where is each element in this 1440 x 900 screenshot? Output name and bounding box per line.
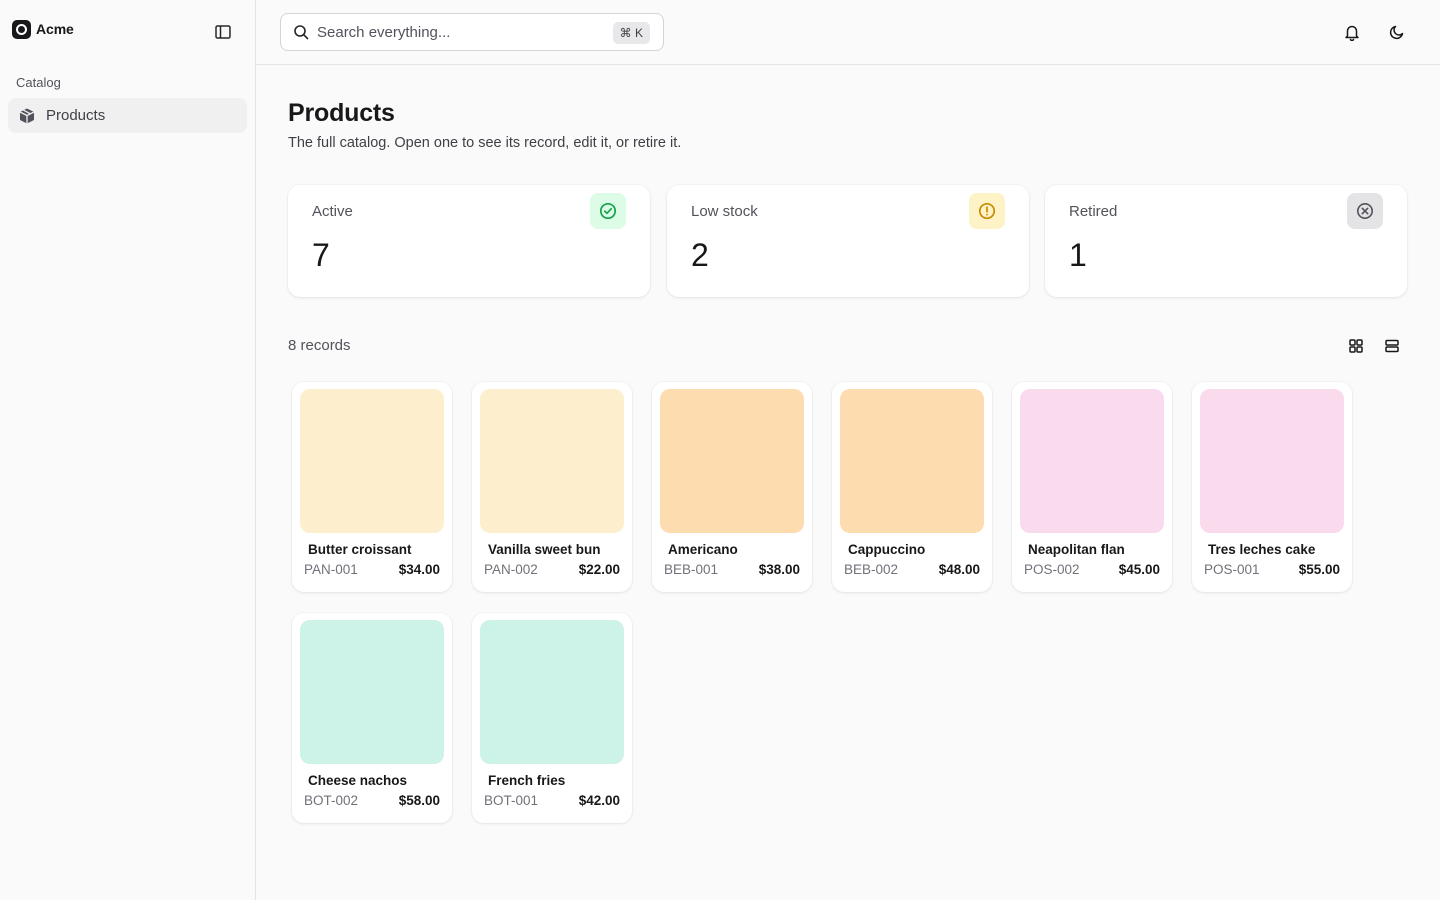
page-subtitle: The full catalog. Open one to see its re…	[288, 135, 682, 151]
list-view-button[interactable]	[1381, 335, 1403, 357]
stat-card-retired: Retired 1	[1045, 185, 1407, 297]
product-price: $45.00	[1118, 562, 1160, 577]
product-price: $58.00	[398, 793, 440, 808]
stat-label: Active	[312, 203, 353, 220]
product-name: Cheese nachos	[308, 773, 408, 788]
product-card[interactable]: Vanilla sweet bun PAN-002 $22.00	[472, 382, 632, 592]
moon-icon	[1389, 25, 1404, 40]
product-sku: PAN-002	[484, 562, 538, 577]
product-sku: BEB-002	[844, 562, 899, 577]
search-icon	[294, 25, 309, 40]
search-shortcut-badge: ⌘ K	[612, 22, 650, 44]
product-name: Neapolitan flan	[1028, 542, 1125, 557]
product-card[interactable]: Cheese nachos BOT-002 $58.00	[292, 613, 452, 823]
product-image	[1020, 389, 1164, 533]
theme-toggle-button[interactable]	[1386, 21, 1408, 43]
brand[interactable]: Acme	[12, 19, 74, 39]
brand-name: Acme	[36, 21, 74, 37]
product-sku: BOT-002	[304, 793, 359, 808]
notifications-button[interactable]	[1341, 21, 1363, 43]
stat-value: 1	[1069, 237, 1087, 273]
product-name: Vanilla sweet bun	[488, 542, 601, 557]
product-name: Tres leches cake	[1208, 542, 1316, 557]
page-title: Products	[288, 99, 395, 127]
sidebar-toggle-button[interactable]	[212, 21, 234, 43]
x-circle-icon	[1347, 193, 1383, 229]
product-card[interactable]: Tres leches cake POS-001 $55.00	[1192, 382, 1352, 592]
sidebar-item-products[interactable]: Products	[8, 98, 247, 133]
records-count: 8 records	[288, 337, 351, 354]
product-image	[840, 389, 984, 533]
check-circle-icon	[590, 193, 626, 229]
top-bar: ⌘ K	[256, 0, 1440, 65]
sidebar-panel-icon	[215, 25, 231, 39]
product-price: $22.00	[578, 562, 620, 577]
product-sku: PAN-001	[304, 562, 358, 577]
grid-view-icon	[1349, 339, 1363, 353]
stat-card-low-stock: Low stock 2	[667, 185, 1029, 297]
product-name: Butter croissant	[308, 542, 412, 557]
product-price: $48.00	[938, 562, 980, 577]
search-box[interactable]: ⌘ K	[280, 13, 664, 51]
package-icon	[19, 108, 35, 123]
product-name: Cappuccino	[848, 542, 926, 557]
sidebar-item-label: Products	[46, 107, 106, 124]
alert-circle-icon	[969, 193, 1005, 229]
search-input[interactable]	[317, 23, 597, 41]
stat-label: Retired	[1069, 203, 1118, 220]
product-price: $38.00	[758, 562, 800, 577]
product-image	[480, 389, 624, 533]
product-card[interactable]: Butter croissant PAN-001 $34.00	[292, 382, 452, 592]
bell-icon	[1345, 25, 1359, 41]
product-image	[480, 620, 624, 764]
stat-label: Low stock	[691, 203, 758, 220]
list-view-icon	[1385, 339, 1399, 353]
sidebar: Acme Catalog Products	[0, 0, 256, 900]
stat-value: 7	[312, 237, 330, 273]
product-image	[300, 389, 444, 533]
product-sku: POS-002	[1024, 562, 1080, 577]
brand-logo-icon	[12, 19, 31, 39]
product-price: $55.00	[1298, 562, 1340, 577]
product-card[interactable]: Cappuccino BEB-002 $48.00	[832, 382, 992, 592]
product-image	[660, 389, 804, 533]
product-name: French fries	[488, 773, 566, 788]
stat-card-active: Active 7	[288, 185, 650, 297]
product-image	[1200, 389, 1344, 533]
product-image	[300, 620, 444, 764]
product-name: Americano	[668, 542, 738, 557]
product-sku: BOT-001	[484, 793, 539, 808]
product-price: $34.00	[398, 562, 440, 577]
product-card[interactable]: Neapolitan flan POS-002 $45.00	[1012, 382, 1172, 592]
product-sku: BEB-001	[664, 562, 719, 577]
stat-value: 2	[691, 237, 709, 273]
grid-view-button[interactable]	[1345, 335, 1367, 357]
product-price: $42.00	[578, 793, 620, 808]
nav-group-label: Catalog	[16, 75, 61, 90]
product-card[interactable]: Americano BEB-001 $38.00	[652, 382, 812, 592]
product-sku: POS-001	[1204, 562, 1260, 577]
product-card[interactable]: French fries BOT-001 $42.00	[472, 613, 632, 823]
